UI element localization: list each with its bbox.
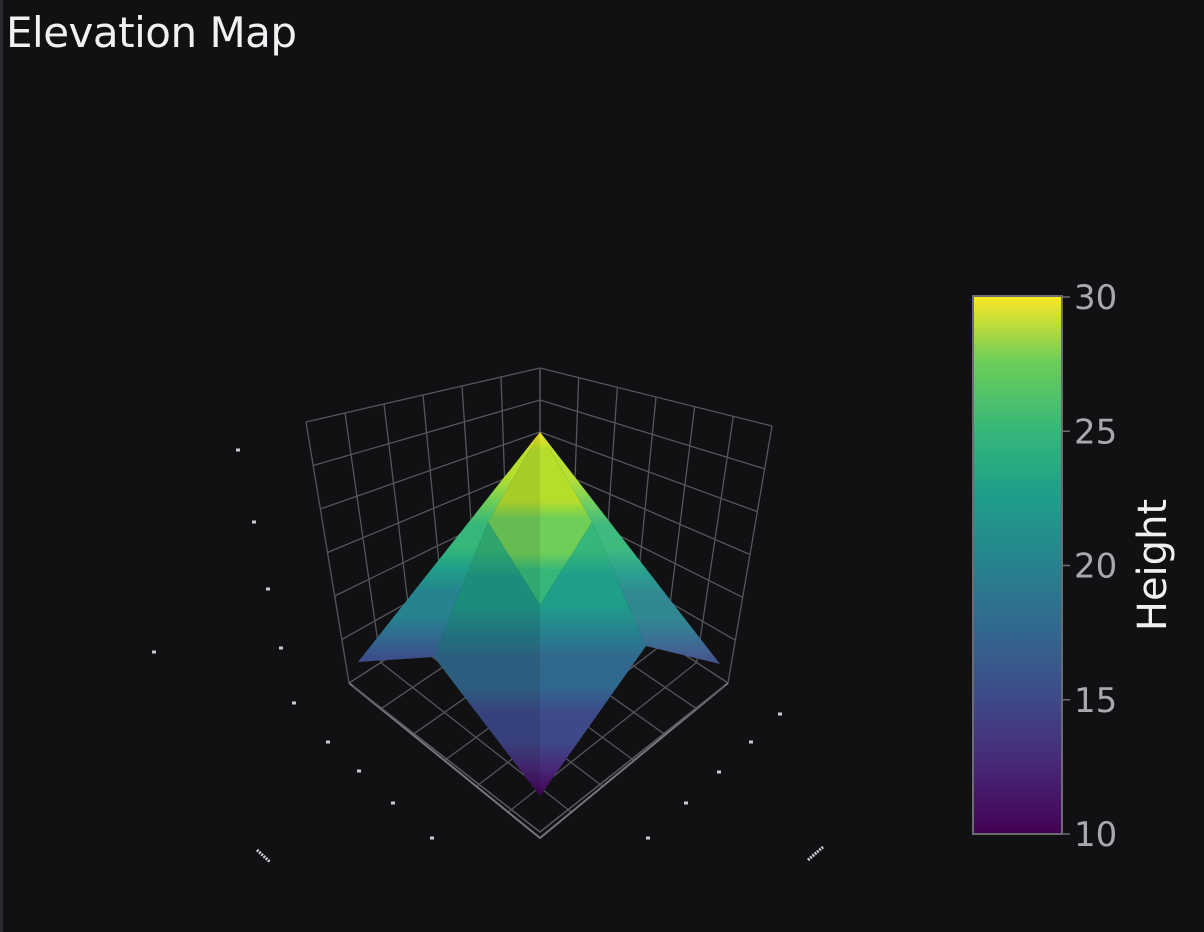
- colorbar-tick-label: 25: [1074, 412, 1117, 452]
- axis-tick-mark: [357, 769, 361, 773]
- axis-tick-mark: [684, 801, 688, 805]
- colorbar-tick-label: 15: [1074, 681, 1117, 721]
- chart-canvas[interactable]: 10 15 20 25 30 Height: [0, 0, 1204, 932]
- axis-tick-mark: [326, 740, 330, 744]
- axis-tick-mark: [252, 520, 256, 524]
- axis-corner-mark: [255, 848, 272, 864]
- colorbar-title: Height: [1130, 499, 1176, 631]
- axis-tick-mark: [279, 646, 283, 650]
- scene-3d[interactable]: [152, 367, 824, 864]
- axis-tick-mark: [749, 740, 753, 744]
- right-wall-gridline: [539, 367, 773, 427]
- axis-tick-mark: [292, 701, 296, 705]
- colorbar-tick-label: 30: [1074, 278, 1117, 318]
- colorbar-tick-label: 20: [1074, 547, 1117, 587]
- colorbar: 10 15 20 25 30 Height: [972, 278, 1176, 855]
- left-wall-gridline: [305, 367, 541, 423]
- axis-tick-mark: [430, 836, 434, 840]
- axis-tick-mark: [391, 801, 395, 805]
- axis-tick-mark: [778, 712, 782, 716]
- axis-tick-mark: [717, 770, 721, 774]
- axis-tick-mark: [266, 587, 270, 591]
- axis-tick-mark: [152, 650, 156, 654]
- colorbar-tick-label: 10: [1074, 815, 1117, 855]
- colorbar-ticks: 10 15 20 25 30: [1062, 278, 1117, 855]
- axis-tick-mark: [236, 448, 240, 452]
- axis-corner-mark: [807, 845, 824, 862]
- colorbar-gradient: [972, 295, 1063, 835]
- axis-tick-mark: [646, 836, 650, 840]
- elevation-surface: [358, 432, 720, 796]
